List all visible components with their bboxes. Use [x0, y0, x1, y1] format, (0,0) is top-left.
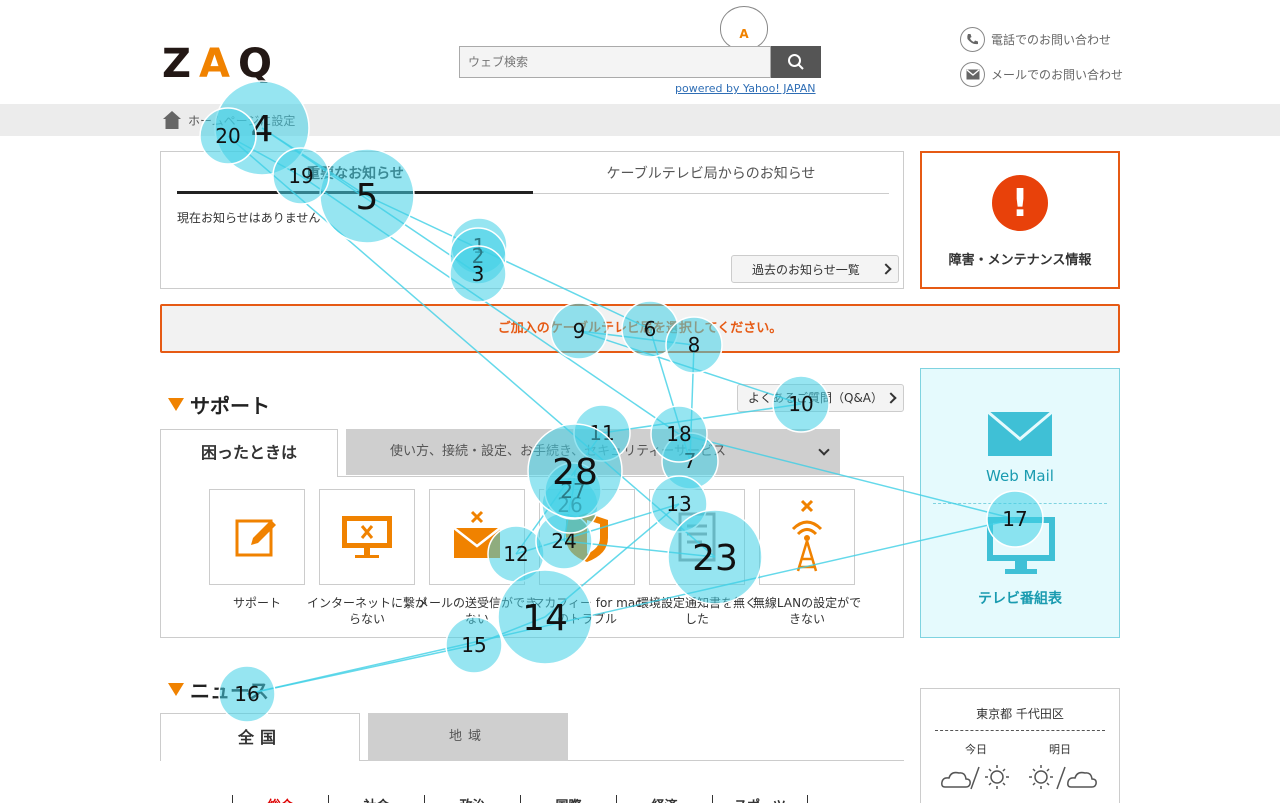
past-notices-label: 過去のお知らせ一覧: [752, 262, 860, 277]
tv-icon: [987, 517, 1055, 574]
chevron-right-icon: [885, 392, 897, 404]
support-item-label: インターネットに繋がらない: [307, 596, 428, 626]
past-notices-button[interactable]: 過去のお知らせ一覧: [731, 255, 899, 283]
triangle-icon: [168, 398, 184, 411]
tab-news-national[interactable]: 全国: [160, 713, 360, 761]
weather-widget[interactable]: 東京都 千代田区 今日 明日: [920, 688, 1120, 803]
triangle-icon: [168, 683, 184, 696]
weather-tomorrow-label: 明日: [1049, 743, 1071, 756]
monitor-x-icon: [342, 516, 392, 558]
support-heading: サポート: [168, 390, 270, 419]
contact-mail-label: メールでのお問い合わせ: [991, 68, 1124, 82]
support-item[interactable]: インターネットに繋がらない: [307, 489, 427, 627]
weather-city: 東京都 千代田区: [976, 707, 1064, 721]
tab-trouble[interactable]: 困ったときは: [160, 429, 338, 477]
support-item[interactable]: メールの送受信ができない: [417, 489, 537, 627]
divider: [935, 730, 1105, 731]
news-category-tab[interactable]: 国際: [520, 795, 616, 803]
support-item-label: サポート: [232, 596, 281, 610]
news-title: ニュース: [190, 679, 269, 703]
support-panel: サポート インターネットに繋がらない メールの送受信ができない マカフィー fo…: [160, 476, 904, 638]
set-homepage-link[interactable]: ホームページに設定: [162, 110, 295, 130]
news-heading: ニュース: [168, 675, 269, 704]
phone-icon: [960, 27, 985, 52]
notice-empty-text: 現在お知らせはありません: [177, 211, 321, 225]
mascot-letter: A: [739, 27, 749, 41]
support-title: サポート: [190, 394, 270, 418]
cloudy-sunny-icon: [941, 765, 1009, 790]
webmail-link[interactable]: Web Mail: [921, 467, 1119, 485]
tab-station-notices[interactable]: ケーブルテレビ局からのお知らせ: [533, 164, 889, 194]
chevron-right-icon: [880, 263, 892, 275]
notice-panel: 重要なお知らせ ケーブルテレビ局からのお知らせ 現在お知らせはありません 過去の…: [160, 151, 904, 289]
search-icon: [788, 54, 804, 70]
support-item[interactable]: 環境設定通知書を無くした: [637, 489, 757, 627]
tab-important-notices[interactable]: 重要なお知らせ: [177, 164, 533, 194]
search-button[interactable]: [771, 46, 821, 78]
divider: [933, 503, 1107, 504]
news-category-tab[interactable]: 政治: [424, 795, 520, 803]
trouble-maintenance-label: 障害・メンテナンス情報: [948, 253, 1092, 268]
support-item-label: メールの送受信ができない: [417, 596, 538, 626]
tv-guide-link[interactable]: テレビ番組表: [921, 588, 1119, 608]
weather-today-label: 今日: [965, 743, 987, 756]
contact-phone-label: 電話でのお問い合わせ: [991, 33, 1112, 47]
search-input[interactable]: [460, 47, 770, 77]
news-category-tab[interactable]: 経済: [616, 795, 712, 803]
sunny-cloudy-icon: [1029, 765, 1097, 790]
support-item-label: 無線LANの設定ができない: [752, 596, 862, 626]
powered-by-link[interactable]: powered by Yahoo! JAPAN: [675, 82, 816, 95]
contact-phone-link[interactable]: 電話でのお問い合わせ: [960, 27, 1111, 52]
gaze-saccade-line: [246, 644, 475, 695]
document-icon: [678, 512, 716, 562]
logo-letter: A: [199, 41, 238, 87]
news-category-tab[interactable]: 総合: [232, 795, 328, 803]
support-item-label: 環境設定通知書を無くした: [637, 596, 758, 626]
alert-icon: !: [992, 175, 1048, 231]
webmail-tvguide-panel: Web Mail テレビ番組表: [920, 368, 1120, 638]
news-categories: 総合 社会 政治 国際 経済 スポーツ: [232, 795, 808, 803]
support-item[interactable]: 無線LANの設定ができない: [753, 489, 861, 627]
support-item[interactable]: マカフィー for mac のトラブル: [532, 489, 642, 627]
chevron-down-icon: [818, 444, 830, 456]
support-item-label: マカフィー for mac のトラブル: [532, 596, 642, 626]
contact-mail-link[interactable]: メールでのお問い合わせ: [960, 62, 1123, 87]
home-icon: [163, 111, 181, 129]
set-homepage-label: ホームページに設定: [188, 113, 296, 128]
zaq-logo[interactable]: ZAQ: [162, 44, 280, 84]
mascot-icon: A: [720, 6, 768, 50]
catv-select-button[interactable]: ご加入のケーブルテレビ局を選択してください。: [160, 304, 1120, 353]
logo-letter: Q: [237, 41, 280, 87]
news-category-tab[interactable]: 社会: [328, 795, 424, 803]
mail-icon: [960, 62, 985, 87]
faq-label: よくあるご質問（Q&A）: [748, 391, 884, 405]
mail-x-icon: [453, 510, 501, 558]
support-item[interactable]: サポート: [209, 489, 305, 611]
wifi-tower-icon: [791, 499, 823, 572]
tab-usage-label: 使い方、接続・設定、お手続き、セキュリティーサービス: [390, 444, 727, 459]
trouble-maintenance-button[interactable]: ! 障害・メンテナンス情報: [920, 151, 1120, 289]
shield-icon: [566, 513, 608, 562]
tab-usage-settings[interactable]: 使い方、接続・設定、お手続き、セキュリティーサービス: [346, 429, 840, 475]
search-box[interactable]: [459, 46, 771, 78]
pencil-icon: [235, 519, 276, 557]
envelope-icon: [987, 411, 1053, 456]
faq-button[interactable]: よくあるご質問（Q&A）: [737, 384, 904, 412]
tab-news-local[interactable]: 地域: [368, 713, 568, 761]
news-category-tab[interactable]: スポーツ: [712, 795, 808, 803]
logo-letter: Z: [162, 41, 200, 87]
